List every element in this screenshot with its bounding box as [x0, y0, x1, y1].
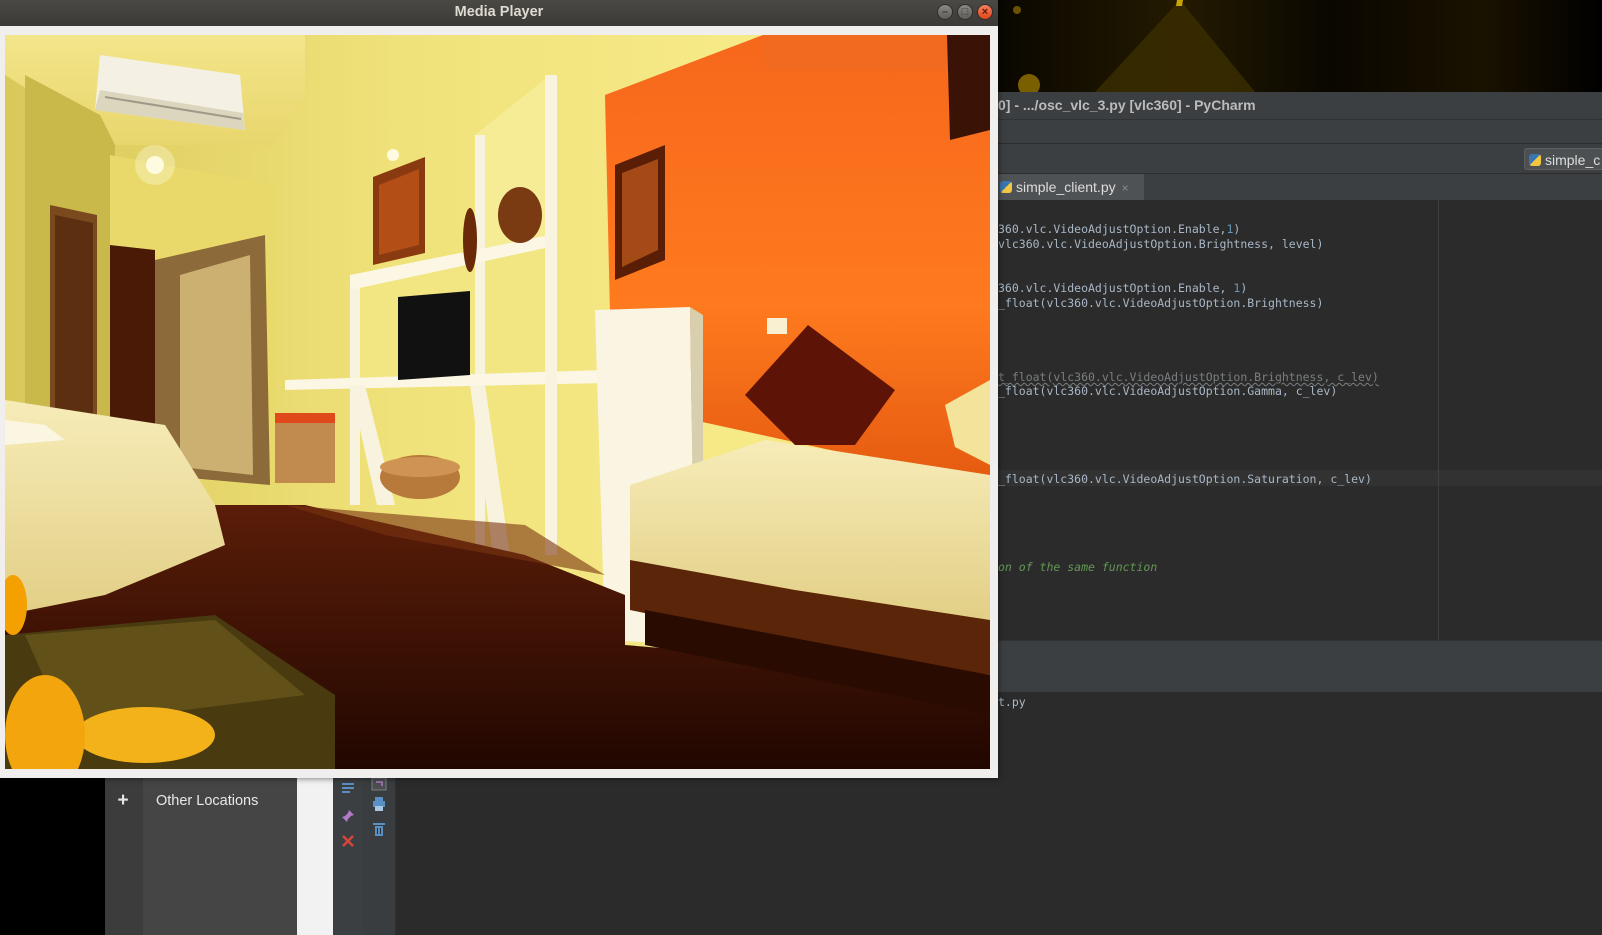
code-line: 360.vlc.VideoAdjustOption.Enable, 1) — [998, 281, 1248, 295]
run-tool-strip-secondary — [363, 776, 396, 935]
pycharm-title: 0] - .../osc_vlc_3.py [vlc360] - PyCharm — [998, 97, 1256, 113]
sidebar-item-other-locations[interactable]: Other Locations — [156, 791, 258, 811]
pin-icon[interactable] — [340, 808, 356, 824]
close-run-icon[interactable] — [340, 833, 356, 849]
minimize-button[interactable]: – — [937, 4, 953, 20]
editor-breadcrumb-bar — [998, 640, 1602, 667]
close-tab-icon[interactable]: × — [1122, 181, 1129, 195]
soft-wrap-icon[interactable] — [340, 780, 356, 796]
close-button[interactable]: × — [977, 4, 993, 20]
python-file-icon — [1529, 154, 1541, 166]
wallpaper-light-beam — [1095, 0, 1255, 92]
code-line: t_float(vlc360.vlc.VideoAdjustOption.Bri… — [998, 370, 1379, 384]
file-manager-content — [297, 778, 333, 935]
python-file-icon — [1000, 181, 1012, 193]
right-margin-guide — [1438, 200, 1439, 640]
code-line: vlc360.vlc.VideoAdjustOption.Brightness,… — [998, 237, 1324, 251]
editor-tab-simple-client[interactable]: simple_client.py × — [998, 174, 1144, 201]
run-output-line: t.py — [998, 695, 1026, 709]
code-line: on of the same function — [998, 560, 1158, 574]
code-line: 360.vlc.VideoAdjustOption.Enable,1) — [998, 222, 1241, 236]
run-config-label: simple_c — [1545, 152, 1601, 168]
plus-icon[interactable]: + — [113, 790, 133, 812]
run-tool-strip — [333, 778, 363, 935]
wallpaper-dot — [1013, 6, 1021, 14]
trash-icon[interactable] — [371, 821, 387, 837]
run-output: t.py — [998, 695, 1602, 713]
run-configuration-selector[interactable]: simple_c — [1524, 148, 1602, 170]
code-line: _float(vlc360.vlc.VideoAdjustOption.Brig… — [998, 296, 1324, 310]
pycharm-toolbar — [998, 119, 1602, 144]
media-player-titlebar[interactable]: Media Player – □ × — [0, 0, 998, 26]
video-frame-hotel-room[interactable] — [5, 35, 990, 769]
tab-label: simple_client.py — [1016, 179, 1116, 195]
code-editor[interactable]: 360.vlc.VideoAdjustOption.Enable,1) vlc36… — [998, 200, 1602, 640]
pycharm-navbar: simple_c — [998, 143, 1602, 174]
scroll-to-end-icon[interactable] — [371, 776, 387, 792]
pycharm-titlebar: 0] - .../osc_vlc_3.py [vlc360] - PyCharm — [998, 92, 1602, 119]
media-player-title: Media Player — [454, 4, 544, 20]
media-player-window: Media Player – □ × — [0, 0, 998, 778]
run-console-area — [396, 778, 1602, 935]
code-line: _float(vlc360.vlc.VideoAdjustOption.Satu… — [998, 472, 1372, 486]
editor-tab-bar: simple_client.py × — [998, 173, 1602, 202]
maximize-button[interactable]: □ — [957, 4, 973, 20]
code-line: _float(vlc360.vlc.VideoAdjustOption.Gamm… — [998, 384, 1338, 398]
print-icon[interactable] — [371, 796, 387, 812]
run-tool-window-header — [998, 666, 1602, 692]
